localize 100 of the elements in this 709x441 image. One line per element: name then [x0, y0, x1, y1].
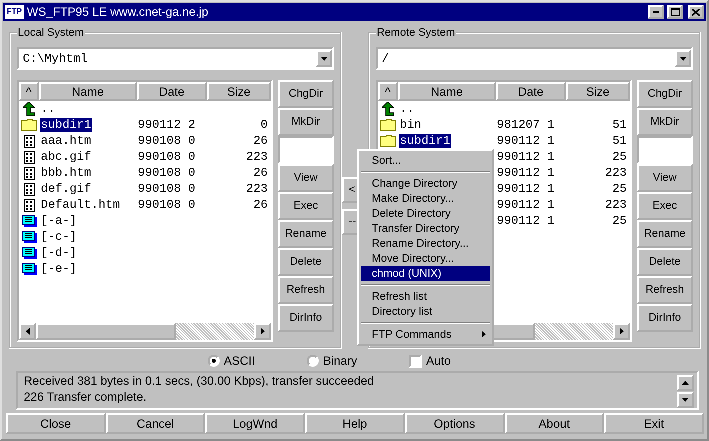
menu-item[interactable]: FTP Commands — [361, 327, 490, 342]
file-size: 223 — [605, 198, 627, 212]
scroll-thumb[interactable] — [36, 323, 176, 340]
file-size: 51 — [612, 118, 627, 132]
scroll-up-icon — [682, 381, 689, 385]
scroll-down-button[interactable] — [677, 392, 694, 408]
file-name[interactable]: [-d-] — [40, 246, 78, 260]
column-header[interactable]: Name — [398, 82, 496, 101]
bottom-button[interactable]: Close — [6, 413, 106, 434]
submenu-arrow-icon — [482, 331, 486, 338]
up-arrow-icon — [23, 102, 35, 116]
file-date: 990108 0 — [138, 198, 196, 212]
action-button[interactable]: View — [278, 164, 334, 192]
action-button[interactable]: MkDir — [637, 108, 693, 136]
action-button[interactable]: MkDir — [278, 108, 334, 136]
file-name[interactable]: subdir1 — [40, 118, 92, 132]
column-header[interactable]: Size — [207, 82, 271, 101]
file-name[interactable]: Default.htm — [40, 198, 122, 212]
window-title: WS_FTP95 LE www.cnet-ga.ne.jp — [27, 5, 210, 19]
file-name[interactable]: abc.gif — [40, 150, 92, 164]
app-icon: FTP — [5, 5, 24, 19]
file-name[interactable]: bin — [399, 118, 423, 132]
column-header[interactable]: Name — [39, 82, 137, 101]
bottom-button[interactable]: Exit — [604, 413, 704, 434]
close-button[interactable] — [688, 5, 704, 19]
file-size: 223 — [605, 166, 627, 180]
column-header[interactable]: Size — [566, 82, 630, 101]
binary-file-icon — [24, 166, 34, 180]
bottom-button[interactable]: Help — [305, 413, 405, 434]
menu-item[interactable]: Move Directory... — [361, 251, 490, 266]
file-name[interactable]: [-a-] — [40, 214, 78, 228]
maximize-button[interactable] — [667, 5, 683, 19]
file-name[interactable]: .. — [40, 102, 56, 116]
action-button[interactable]: Exec — [637, 192, 693, 220]
action-button[interactable]: Exec — [278, 192, 334, 220]
bottom-button[interactable]: Options — [404, 413, 505, 434]
file-date: 990108 0 — [138, 166, 196, 180]
file-size: 26 — [254, 166, 268, 180]
file-size: 51 — [612, 134, 627, 148]
option-label: ASCII — [224, 354, 256, 368]
dropdown-arrow-icon — [320, 56, 328, 60]
minimize-button[interactable] — [648, 5, 664, 19]
action-button[interactable]: Refresh — [637, 276, 693, 304]
binary-file-icon — [24, 198, 34, 212]
action-button[interactable]: Delete — [278, 248, 334, 276]
file-name[interactable]: def.gif — [40, 182, 92, 196]
column-header[interactable]: ^ — [19, 82, 39, 101]
scroll-up-button[interactable] — [677, 375, 694, 391]
scroll-left-icon — [26, 328, 30, 335]
radio-button[interactable] — [208, 355, 220, 367]
bottom-button[interactable]: About — [504, 413, 604, 434]
path-dropdown[interactable]: / — [376, 47, 693, 70]
menu-item[interactable]: Refresh list — [361, 289, 490, 304]
menu-item[interactable]: Directory list — [361, 304, 490, 319]
action-button[interactable]: ChgDir — [278, 80, 334, 108]
menu-item[interactable]: Sort... — [361, 153, 490, 168]
action-button[interactable]: DirInfo — [637, 304, 693, 332]
menu-item[interactable]: chmod (UNIX) — [361, 266, 490, 281]
input-field[interactable] — [278, 136, 334, 164]
file-name[interactable]: subdir1 — [399, 134, 452, 148]
file-date: 990108 0 — [138, 150, 196, 164]
action-button[interactable]: DirInfo — [278, 304, 334, 332]
file-name[interactable]: [-e-] — [40, 262, 78, 276]
option-label: Auto — [426, 354, 452, 368]
path-dropdown[interactable]: C:\Myhtml — [17, 47, 334, 70]
action-button[interactable]: Rename — [637, 220, 693, 248]
column-header[interactable]: Date — [137, 82, 207, 101]
action-button[interactable]: Rename — [278, 220, 334, 248]
file-name[interactable]: aaa.htm — [40, 134, 92, 148]
folder-icon — [380, 135, 396, 147]
scroll-down-icon — [682, 398, 689, 402]
bottom-button[interactable]: Cancel — [106, 413, 206, 434]
input-field[interactable] — [637, 136, 693, 164]
file-date: 990112 1 — [497, 182, 555, 196]
file-date: 990112 1 — [497, 214, 555, 228]
horizontal-scrollbar[interactable] — [19, 323, 271, 340]
file-size: 26 — [254, 134, 268, 148]
binary-file-icon — [24, 134, 34, 148]
column-header[interactable]: ^ — [378, 82, 398, 101]
action-button[interactable]: View — [637, 164, 693, 192]
menu-item[interactable]: Rename Directory... — [361, 236, 490, 251]
file-date: 981207 1 — [497, 118, 555, 132]
binary-file-icon — [24, 150, 34, 164]
file-name[interactable]: .. — [399, 102, 416, 116]
action-button[interactable]: ChgDir — [637, 80, 693, 108]
file-date: 990108 0 — [138, 182, 196, 196]
scroll-right-icon — [620, 328, 624, 335]
file-size: 26 — [254, 198, 268, 212]
action-button[interactable]: Delete — [637, 248, 693, 276]
checkbox[interactable] — [409, 354, 422, 368]
binary-file-icon — [24, 182, 34, 196]
radio-button[interactable] — [307, 355, 320, 367]
file-name[interactable]: [-c-] — [40, 230, 78, 244]
file-date: 990112 1 — [497, 166, 555, 180]
file-name[interactable]: bbb.htm — [40, 166, 92, 180]
column-header[interactable]: Date — [496, 82, 566, 101]
bottom-button[interactable]: LogWnd — [205, 413, 306, 434]
file-date: 990112 1 — [497, 150, 555, 164]
group-title: Local System — [17, 27, 86, 39]
action-button[interactable]: Refresh — [278, 276, 334, 304]
